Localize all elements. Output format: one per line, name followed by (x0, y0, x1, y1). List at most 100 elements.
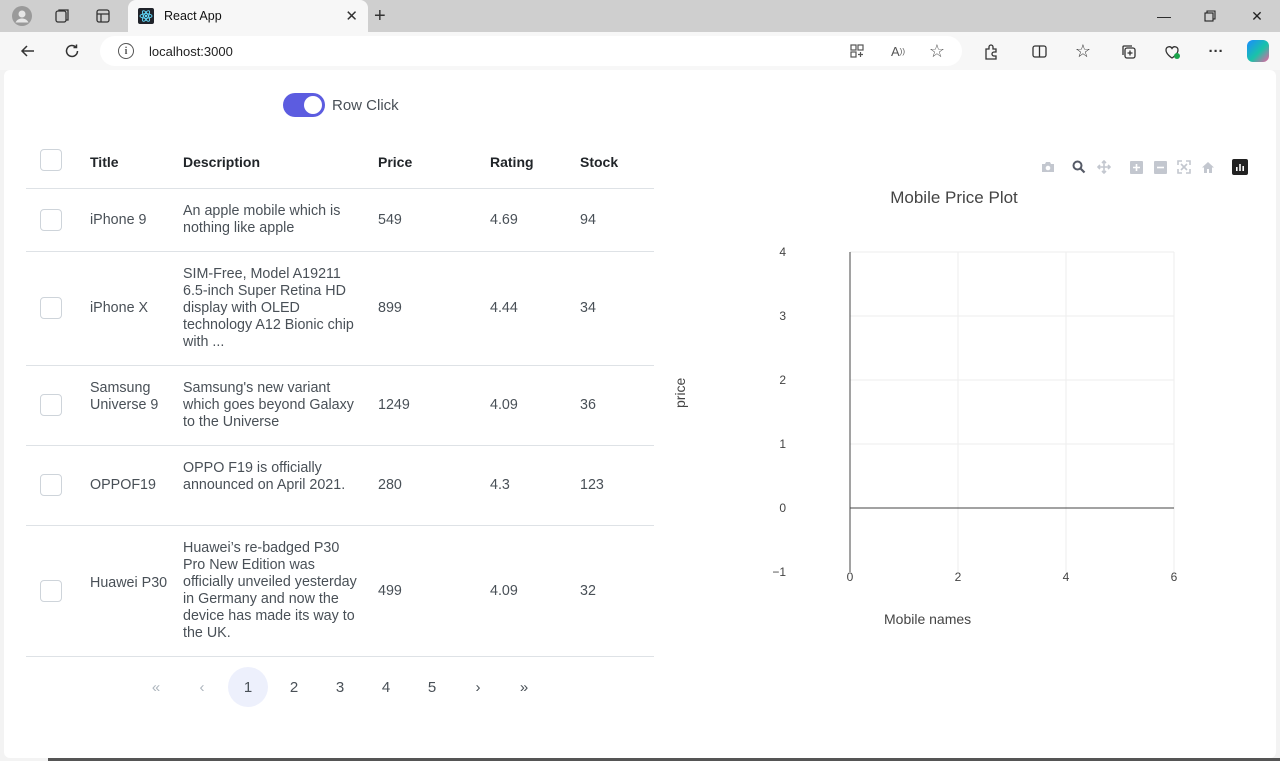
cell-stock: 34 (580, 300, 596, 316)
page-button-5[interactable]: 5 (412, 667, 452, 707)
header-price[interactable]: Price (378, 154, 412, 170)
x-axis-label: Mobile names (884, 611, 972, 627)
header-rating[interactable]: Rating (490, 154, 534, 170)
restore-icon[interactable] (1200, 6, 1220, 26)
cell-stock: 32 (580, 583, 596, 599)
zoom-icon[interactable] (1071, 159, 1087, 175)
row-checkbox[interactable] (40, 580, 62, 602)
last-page-button[interactable]: » (504, 667, 544, 707)
split-screen-icon[interactable] (1028, 41, 1050, 61)
minimize-icon[interactable]: — (1154, 6, 1174, 26)
app-available-icon[interactable] (848, 42, 866, 60)
cell-rating: 4.69 (490, 212, 518, 228)
site-info-icon[interactable]: i (118, 43, 134, 59)
table-row[interactable]: iPhone 9 An apple mobile which is nothin… (26, 189, 654, 252)
plot-area[interactable]: 0 2 4 6 −1 0 1 2 3 4 (654, 154, 1254, 653)
autoscale-icon[interactable] (1176, 159, 1192, 175)
page-viewport: Row Click Title Description Price Rating… (4, 70, 1276, 758)
y-tick-label: 4 (779, 245, 786, 259)
y-tick-label: 1 (779, 437, 786, 451)
browser-tab-active[interactable]: React App ✕ (128, 0, 368, 32)
y-tick-label: 2 (779, 373, 786, 387)
read-aloud-icon[interactable]: A)) (889, 42, 907, 60)
header-stock[interactable]: Stock (580, 154, 618, 170)
table-row[interactable]: Huawei P30 Huawei’s re-badged P30 Pro Ne… (26, 526, 654, 657)
row-checkbox[interactable] (40, 394, 62, 416)
cell-price: 549 (378, 212, 402, 228)
cell-rating: 4.09 (490, 397, 518, 413)
products-table: Title Description Price Rating Stock iPh… (26, 149, 654, 716)
browser-essentials-icon[interactable] (1161, 41, 1183, 61)
copilot-icon[interactable] (1247, 40, 1269, 62)
y-axis-label: price (672, 377, 688, 408)
favorites-icon[interactable]: ☆ (1072, 41, 1094, 61)
table-row[interactable]: OPPOF19 OPPO F19 is officially announced… (26, 446, 654, 526)
cell-rating: 4.44 (490, 300, 518, 316)
table-row[interactable]: iPhone X SIM-Free, Model A19211 6.5-inch… (26, 252, 654, 366)
browser-toolbar: i localhost:3000 A)) ☆ ☆ ··· (0, 32, 1280, 70)
row-click-label: Row Click (332, 97, 399, 114)
profile-icon[interactable] (11, 6, 33, 26)
header-description[interactable]: Description (183, 154, 260, 170)
table-row[interactable]: Samsung Universe 9 Samsung's new variant… (26, 366, 654, 446)
browser-tab-strip: React App ✕ + — ✕ (0, 0, 1280, 32)
cell-description: Samsung's new variant which goes beyond … (183, 380, 354, 430)
page-button-3[interactable]: 3 (320, 667, 360, 707)
cell-description: Huawei’s re-badged P30 Pro New Edition w… (183, 540, 357, 641)
tab-close-icon[interactable]: ✕ (345, 7, 358, 25)
zoom-in-icon[interactable] (1128, 159, 1144, 175)
workspaces-icon[interactable] (51, 6, 73, 26)
back-icon[interactable] (17, 40, 39, 62)
row-checkbox[interactable] (40, 474, 62, 496)
first-page-button[interactable]: « (136, 667, 176, 707)
prev-page-button[interactable]: ‹ (182, 667, 222, 707)
favorite-star-icon[interactable]: ☆ (928, 41, 946, 61)
x-tick-label: 6 (1171, 570, 1178, 584)
refresh-icon[interactable] (61, 40, 83, 62)
react-favicon-icon (138, 8, 154, 24)
collections-icon[interactable] (1117, 41, 1139, 61)
new-tab-icon[interactable]: + (374, 5, 386, 28)
close-window-icon[interactable]: ✕ (1247, 6, 1267, 26)
address-url[interactable]: localhost:3000 (149, 44, 233, 59)
cell-price: 280 (378, 477, 402, 493)
page-button-1[interactable]: 1 (228, 667, 268, 707)
cell-title: Huawei P30 (90, 575, 168, 591)
row-checkbox[interactable] (40, 209, 62, 231)
next-page-button[interactable]: › (458, 667, 498, 707)
cell-title: iPhone 9 (90, 212, 147, 228)
cell-stock: 94 (580, 212, 596, 228)
price-chart: Mobile Price Plot 0 2 4 6 −1 0 1 2 3 4 price Mobi… (654, 154, 1254, 653)
page-button-4[interactable]: 4 (366, 667, 406, 707)
cell-rating: 4.3 (490, 477, 510, 493)
zoom-out-icon[interactable] (1152, 159, 1168, 175)
address-bar[interactable]: i localhost:3000 A)) ☆ (100, 36, 962, 66)
page-button-2[interactable]: 2 (274, 667, 314, 707)
tab-title: React App (164, 9, 222, 23)
y-tick-label: −1 (772, 565, 786, 579)
header-title[interactable]: Title (90, 154, 119, 170)
home-icon[interactable] (1200, 159, 1216, 175)
x-tick-label: 0 (847, 570, 854, 584)
cell-description: OPPO F19 is officially announced on Apri… (183, 460, 346, 493)
cell-stock: 36 (580, 397, 596, 413)
camera-icon[interactable] (1040, 159, 1056, 175)
extensions-icon[interactable] (980, 41, 1002, 61)
chart-title: Mobile Price Plot (890, 188, 1018, 207)
x-tick-label: 4 (1063, 570, 1070, 584)
cell-title: Samsung Universe 9 (90, 380, 159, 413)
more-menu-icon[interactable]: ··· (1205, 41, 1227, 61)
pan-icon[interactable] (1096, 159, 1112, 175)
cell-rating: 4.09 (490, 583, 518, 599)
cell-description: SIM-Free, Model A19211 6.5-inch Super Re… (183, 266, 354, 350)
row-click-toggle[interactable] (283, 93, 325, 117)
cell-price: 899 (378, 300, 402, 316)
tab-actions-icon[interactable] (92, 6, 114, 26)
cell-price: 1249 (378, 397, 410, 413)
toggle-knob (304, 96, 322, 114)
select-all-checkbox[interactable] (40, 149, 62, 171)
table-header: Title Description Price Rating Stock (26, 149, 654, 189)
plotly-logo-icon[interactable] (1232, 159, 1248, 175)
row-checkbox[interactable] (40, 297, 62, 319)
cell-stock: 123 (580, 477, 604, 493)
